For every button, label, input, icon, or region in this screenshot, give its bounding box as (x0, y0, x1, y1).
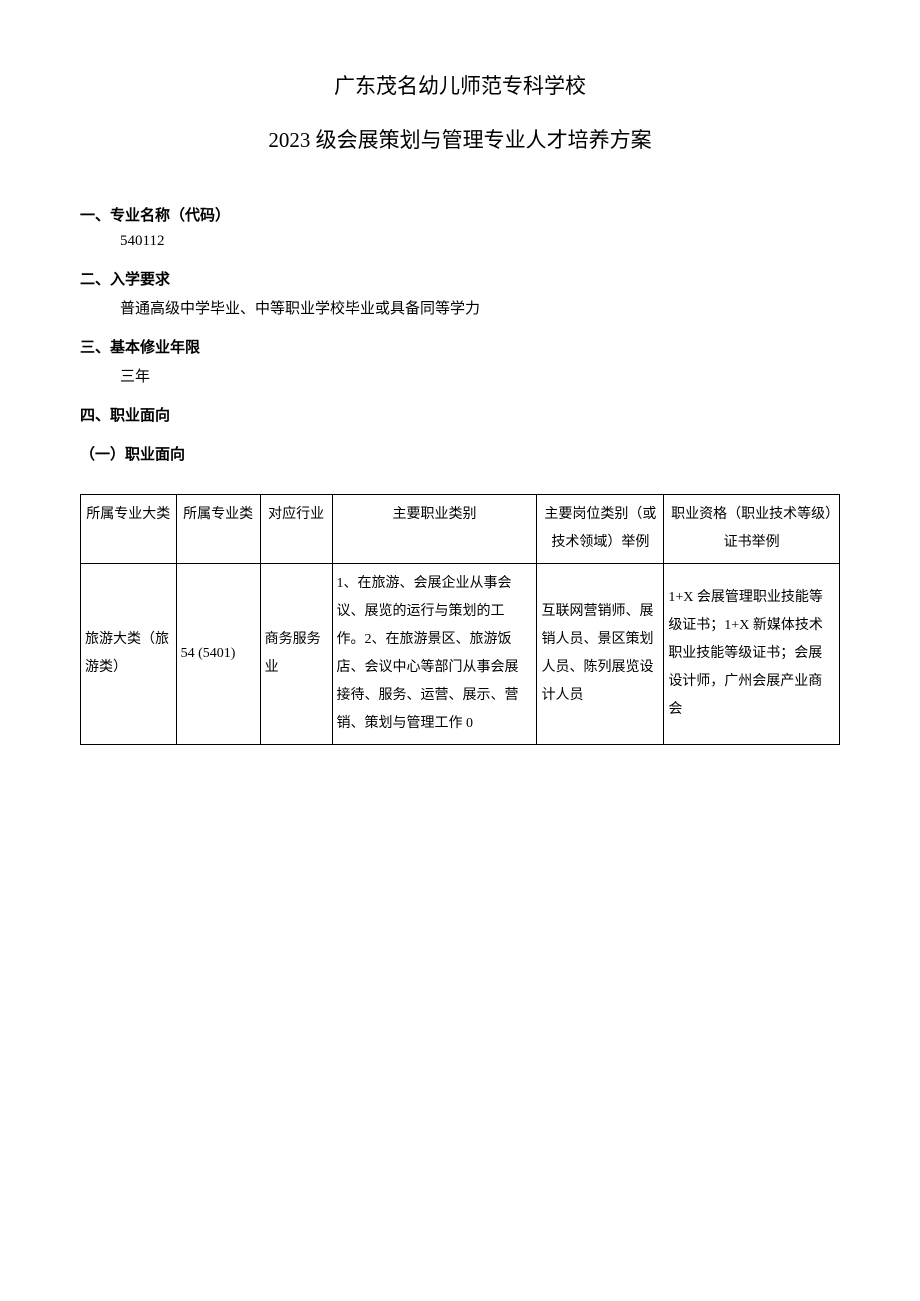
section-1-body: 540112 (120, 233, 840, 250)
doc-title: 2023 级会展策划与管理专业人才培养方案 (80, 124, 840, 154)
section-4-sub: （一）职业面向 (80, 443, 840, 464)
career-table: 所属专业大类 所属专业类 对应行业 主要职业类别 主要岗位类别（或技术领域）举例… (80, 494, 840, 745)
cell-major-category: 旅游大类（旅游类） (81, 564, 177, 745)
cell-major-class: 54 (5401) (176, 564, 260, 745)
table-row: 旅游大类（旅游类） 54 (5401) 商务服务业 1、在旅游、会展企业从事会议… (81, 564, 840, 745)
section-4-heading: 四、职业面向 (80, 404, 840, 425)
th-major-class: 所属专业类 (176, 495, 260, 564)
section-1-heading: 一、专业名称（代码） (80, 204, 840, 225)
th-certificate: 职业资格（职业技术等级）证书举例 (664, 495, 840, 564)
table-header-row: 所属专业大类 所属专业类 对应行业 主要职业类别 主要岗位类别（或技术领域）举例… (81, 495, 840, 564)
cell-position: 互联网营销师、展销人员、景区策划人员、陈列展览设计人员 (537, 564, 664, 745)
school-name: 广东茂名幼儿师范专科学校 (80, 70, 840, 100)
cell-industry: 商务服务业 (260, 564, 332, 745)
section-3-body: 三年 (120, 365, 840, 386)
cell-occupation: 1、在旅游、会展企业从事会议、展览的运行与策划的工作。2、在旅游景区、旅游饭店、… (332, 564, 537, 745)
th-major-category: 所属专业大类 (81, 495, 177, 564)
th-industry: 对应行业 (260, 495, 332, 564)
th-occupation: 主要职业类别 (332, 495, 537, 564)
th-position: 主要岗位类别（或技术领域）举例 (537, 495, 664, 564)
section-2-heading: 二、入学要求 (80, 268, 840, 289)
cell-certificate: 1+X 会展管理职业技能等级证书；1+X 新媒体技术职业技能等级证书；会展设计师… (664, 564, 840, 745)
section-3-heading: 三、基本修业年限 (80, 336, 840, 357)
section-2-body: 普通高级中学毕业、中等职业学校毕业或具备同等学力 (120, 297, 840, 318)
